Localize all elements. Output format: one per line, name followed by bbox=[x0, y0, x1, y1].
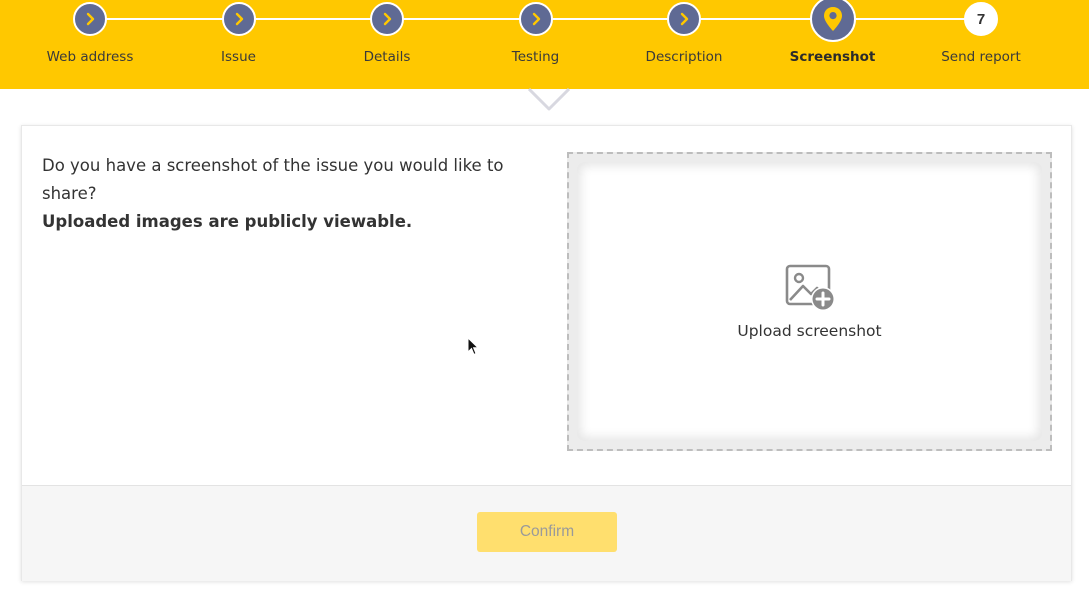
step-circle-current bbox=[809, 0, 856, 42]
upload-button[interactable]: Upload screenshot bbox=[577, 162, 1042, 441]
step-label: Description bbox=[645, 49, 723, 65]
map-pin-icon bbox=[823, 7, 842, 31]
step-circle[interactable] bbox=[370, 2, 404, 36]
step-send-report: 7 Send report bbox=[906, 0, 1056, 89]
chevron-right-icon bbox=[383, 12, 392, 26]
chevron-right-icon bbox=[86, 12, 95, 26]
progress-stepper: Web address Issue Details Testing Descri… bbox=[0, 0, 1089, 89]
mouse-cursor-icon bbox=[467, 337, 479, 356]
step-circle[interactable] bbox=[518, 2, 553, 36]
step-number: 7 bbox=[976, 10, 986, 28]
step-label: Send report bbox=[941, 49, 1021, 65]
step-label: Web address bbox=[46, 49, 134, 65]
step-label: Issue bbox=[221, 49, 256, 65]
chevron-down-icon bbox=[528, 87, 570, 111]
upload-dropzone[interactable]: Upload screenshot bbox=[567, 152, 1052, 451]
step-issue[interactable]: Issue bbox=[164, 0, 314, 89]
screenshot-card: Do you have a screenshot of the issue yo… bbox=[21, 125, 1072, 581]
card-footer: Confirm bbox=[22, 485, 1071, 581]
step-label: Testing bbox=[511, 49, 560, 65]
step-details[interactable]: Details bbox=[312, 0, 462, 89]
step-description[interactable]: Description bbox=[609, 0, 759, 89]
question-text: Do you have a screenshot of the issue yo… bbox=[42, 156, 504, 203]
step-circle-pending: 7 bbox=[964, 2, 998, 36]
step-circle[interactable] bbox=[667, 2, 701, 36]
chevron-right-icon bbox=[680, 12, 689, 26]
step-web-address[interactable]: Web address bbox=[15, 0, 165, 89]
chevron-right-icon bbox=[532, 12, 540, 26]
question-text-block: Do you have a screenshot of the issue yo… bbox=[42, 152, 542, 236]
step-label-current: Screenshot bbox=[789, 49, 876, 65]
step-circle[interactable] bbox=[73, 2, 107, 36]
public-notice: Uploaded images are publicly viewable. bbox=[42, 212, 413, 231]
image-add-icon bbox=[785, 264, 835, 311]
step-label: Details bbox=[363, 49, 411, 65]
step-circle[interactable] bbox=[221, 2, 256, 36]
upload-label: Upload screenshot bbox=[737, 321, 882, 340]
chevron-right-icon bbox=[235, 12, 243, 26]
confirm-button[interactable]: Confirm bbox=[477, 512, 617, 552]
step-testing[interactable]: Testing bbox=[461, 0, 611, 89]
step-screenshot: Screenshot bbox=[758, 0, 908, 89]
